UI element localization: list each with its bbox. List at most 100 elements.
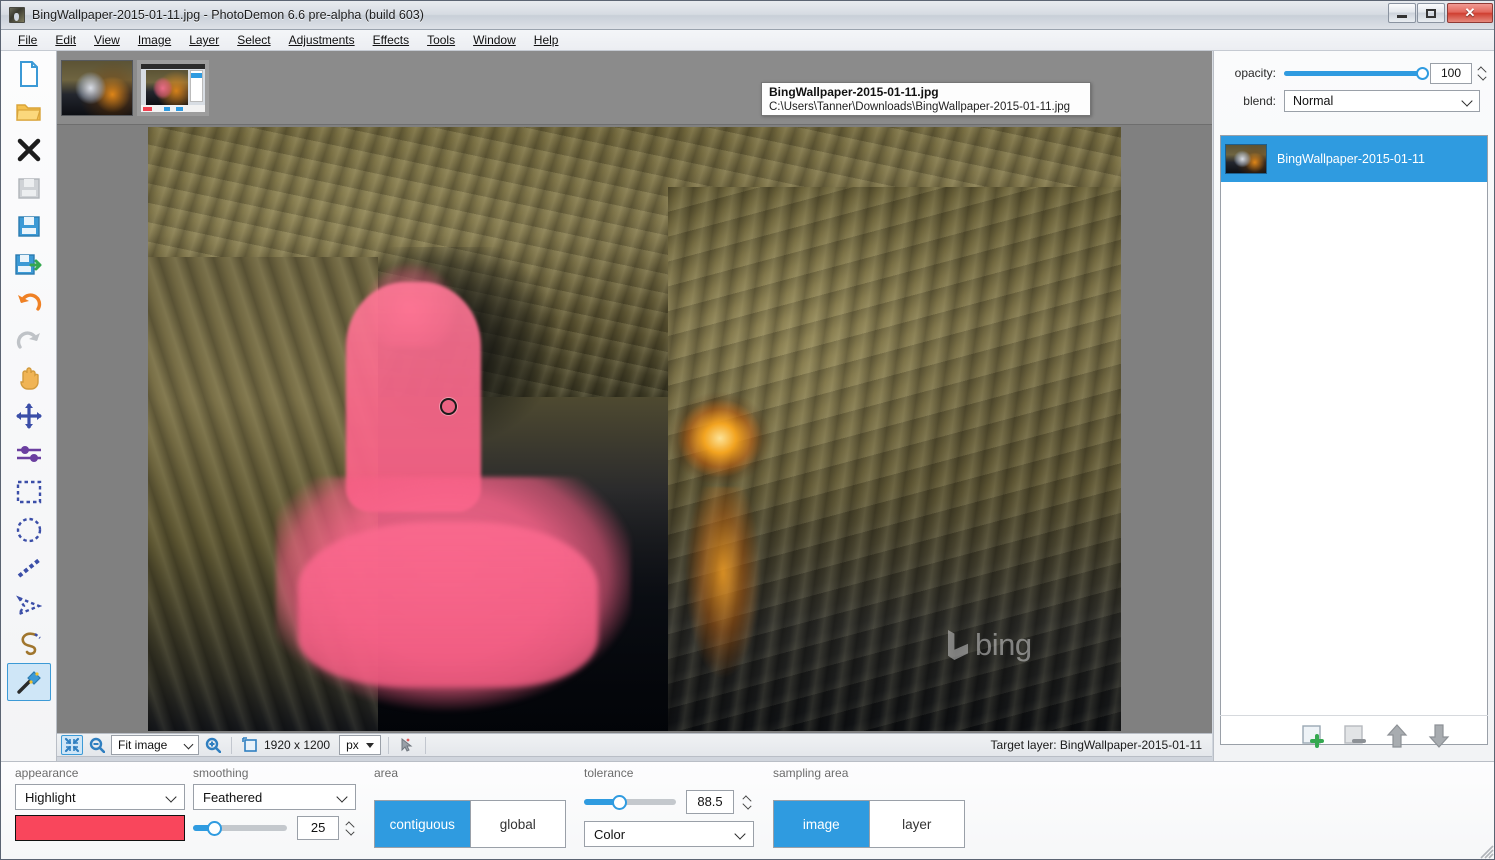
menu-tools[interactable]: Tools [418, 31, 464, 49]
title-bar: BingWallpaper-2015-01-11.jpg - PhotoDemo… [1, 1, 1494, 30]
resize-grip[interactable] [1480, 845, 1494, 859]
zoom-in-icon[interactable] [202, 735, 224, 755]
image-size-icon [239, 735, 261, 755]
target-layer-text: Target layer: BingWallpaper-2015-01-11 [990, 738, 1202, 752]
selection-highlight-waterfall [346, 282, 481, 512]
menu-adjustments[interactable]: Adjustments [280, 31, 364, 49]
cave-right-wall [668, 187, 1121, 731]
blend-mode-dropdown[interactable]: Normal [1284, 90, 1480, 112]
layer-name: BingWallpaper-2015-01-11 [1277, 152, 1426, 166]
unit-value: px [346, 738, 359, 752]
close-image-icon[interactable] [7, 131, 51, 169]
maximize-restore-button[interactable] [1417, 3, 1445, 23]
sampling-layer-button[interactable]: layer [868, 801, 965, 847]
select-ellipse-icon[interactable] [7, 511, 51, 549]
image-canvas[interactable]: bing [148, 127, 1121, 731]
smoothing-value: Feathered [203, 789, 263, 805]
canvas-status-bar: Fit image 1920 x 1200 px Target layer: B… [57, 733, 1212, 757]
bing-watermark: bing [948, 627, 1032, 663]
magic-wand-cursor-ring [440, 398, 457, 415]
menu-view[interactable]: View [85, 31, 129, 49]
select-rectangle-icon[interactable] [7, 473, 51, 511]
area-contiguous-button[interactable]: contiguous [375, 801, 470, 847]
divider [425, 736, 427, 754]
bing-watermark-text: bing [975, 627, 1032, 662]
tolerance-stepper[interactable] [740, 794, 753, 810]
tolerance-value-input[interactable]: 88.5 [686, 790, 734, 814]
sampling-area-toggle: image layer [773, 800, 965, 848]
move-layer-up-button[interactable] [1384, 723, 1410, 749]
list-item[interactable] [61, 59, 133, 116]
menu-help[interactable]: Help [525, 31, 568, 49]
undo-icon[interactable] [7, 283, 51, 321]
canvas-area[interactable]: bing [57, 125, 1212, 733]
tolerance-slider[interactable] [584, 793, 676, 811]
menu-effects[interactable]: Effects [364, 31, 418, 49]
zoom-level-value: Fit image [118, 738, 168, 752]
tolerance-compare-dropdown[interactable]: Color [584, 821, 754, 847]
tooltip-title: BingWallpaper-2015-01-11.jpg [769, 85, 939, 99]
close-button[interactable]: ✕ [1447, 3, 1493, 23]
menu-layer[interactable]: Layer [180, 31, 228, 49]
opacity-stepper[interactable] [1475, 65, 1488, 81]
move-layer-icon[interactable] [7, 397, 51, 435]
save-copy-image-icon[interactable] [7, 245, 51, 283]
smoothing-group: smoothing Feathered 25 [193, 766, 356, 840]
cave-left-wall [148, 257, 378, 731]
chevron-down-icon [734, 828, 746, 840]
appearance-dropdown[interactable]: Highlight [15, 784, 185, 810]
move-layer-down-button[interactable] [1426, 723, 1452, 749]
blend-mode-value: Normal [1293, 94, 1334, 108]
redo-icon[interactable] [7, 321, 51, 359]
minimize-button[interactable] [1388, 3, 1416, 23]
zoom-out-icon[interactable] [86, 735, 108, 755]
tool-options-panel: appearance Highlight smoothing Feathered… [1, 761, 1494, 859]
opacity-value-input[interactable]: 100 [1430, 62, 1472, 84]
selection-highlight-pool [276, 477, 631, 712]
area-label: area [374, 766, 399, 780]
area-global-button[interactable]: global [469, 801, 566, 847]
new-image-icon[interactable] [7, 55, 51, 93]
cave-ceiling-rock [148, 127, 1121, 397]
menu-bar: File Edit View Image Layer Select Adjust… [1, 30, 1494, 51]
selection-highlight-upper-falls [363, 257, 458, 347]
menu-image[interactable]: Image [129, 31, 180, 49]
appearance-value: Highlight [25, 789, 76, 805]
window-controls: ✕ [1387, 2, 1493, 24]
blend-row: blend: Normal [1214, 87, 1494, 115]
highlight-color-swatch[interactable] [15, 815, 185, 841]
smoothing-value-input[interactable]: 25 [297, 816, 339, 840]
appearance-group: appearance Highlight [15, 766, 185, 841]
delete-layer-button[interactable] [1342, 723, 1368, 749]
list-item[interactable] [137, 59, 209, 116]
image-size-value: 1920 x 1200 [264, 738, 331, 752]
sampling-image-button[interactable]: image [774, 801, 869, 847]
zoom-level-dropdown[interactable]: Fit image [111, 735, 199, 755]
smoothing-slider[interactable] [193, 819, 288, 837]
layer-list[interactable]: BingWallpaper-2015-01-11 [1220, 135, 1488, 745]
open-image-icon[interactable] [7, 93, 51, 131]
pan-hand-icon[interactable] [7, 359, 51, 397]
opacity-slider[interactable] [1284, 64, 1429, 82]
unit-dropdown[interactable]: px [339, 735, 382, 755]
selection-highlight-pool-core [298, 522, 598, 687]
table-row[interactable]: BingWallpaper-2015-01-11 [1221, 136, 1487, 182]
menu-file[interactable]: File [9, 31, 46, 49]
add-layer-button[interactable] [1300, 723, 1326, 749]
app-icon [9, 7, 25, 23]
select-polygon-icon[interactable] [7, 587, 51, 625]
select-lasso-icon[interactable] [7, 625, 51, 663]
smoothing-dropdown[interactable]: Feathered [193, 784, 356, 810]
select-line-icon[interactable] [7, 549, 51, 587]
menu-edit[interactable]: Edit [46, 31, 85, 49]
adjust-sliders-icon[interactable] [7, 435, 51, 473]
fit-to-screen-icon[interactable] [61, 735, 83, 755]
save-image-icon[interactable] [7, 169, 51, 207]
menu-select[interactable]: Select [228, 31, 279, 49]
menu-window[interactable]: Window [464, 31, 525, 49]
save-as-image-icon[interactable] [7, 207, 51, 245]
left-toolbar [1, 51, 57, 761]
smoothing-stepper[interactable] [345, 820, 356, 836]
window-title: BingWallpaper-2015-01-11.jpg - PhotoDemo… [32, 8, 424, 22]
magic-wand-icon[interactable] [6, 663, 51, 701]
